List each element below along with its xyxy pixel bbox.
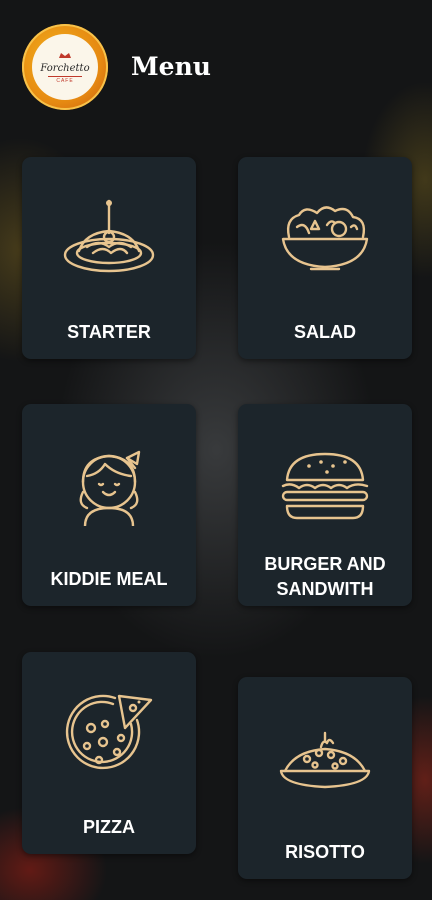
burger-icon: [281, 452, 369, 520]
logo-divider: [48, 75, 82, 77]
category-card-burger-and-sandwith[interactable]: BURGER AND SANDWITH: [238, 404, 412, 606]
category-card-starter[interactable]: STARTER: [22, 157, 196, 359]
kid-girl-icon: [79, 450, 141, 526]
category-card-kiddie-meal[interactable]: KIDDIE MEAL: [22, 404, 196, 606]
starter-plate-icon: [63, 199, 155, 273]
category-label: SALAD: [294, 322, 356, 342]
logo-badge: Forchetto CAFE: [32, 34, 98, 100]
pizza-icon: [65, 694, 153, 770]
logo-subtitle: CAFE: [56, 77, 74, 84]
category-label: KIDDIE MEAL: [50, 569, 168, 589]
risotto-icon: [279, 731, 371, 789]
page-title: Menu: [131, 52, 211, 81]
category-card-risotto[interactable]: RISOTTO: [238, 677, 412, 879]
salad-bowl-icon: [281, 206, 369, 271]
logo-name: Forchetto: [40, 62, 90, 74]
category-label: RISOTTO: [285, 842, 365, 862]
category-label: STARTER: [67, 322, 151, 342]
category-label: BURGER AND SANDWITH: [264, 554, 386, 599]
app-header: Forchetto CAFE Menu: [0, 0, 432, 130]
category-card-pizza[interactable]: PIZZA: [22, 652, 196, 854]
cafe-logo[interactable]: Forchetto CAFE: [22, 24, 108, 110]
category-card-salad[interactable]: SALAD: [238, 157, 412, 359]
category-label: PIZZA: [83, 817, 135, 837]
crown-icon: [59, 52, 71, 58]
